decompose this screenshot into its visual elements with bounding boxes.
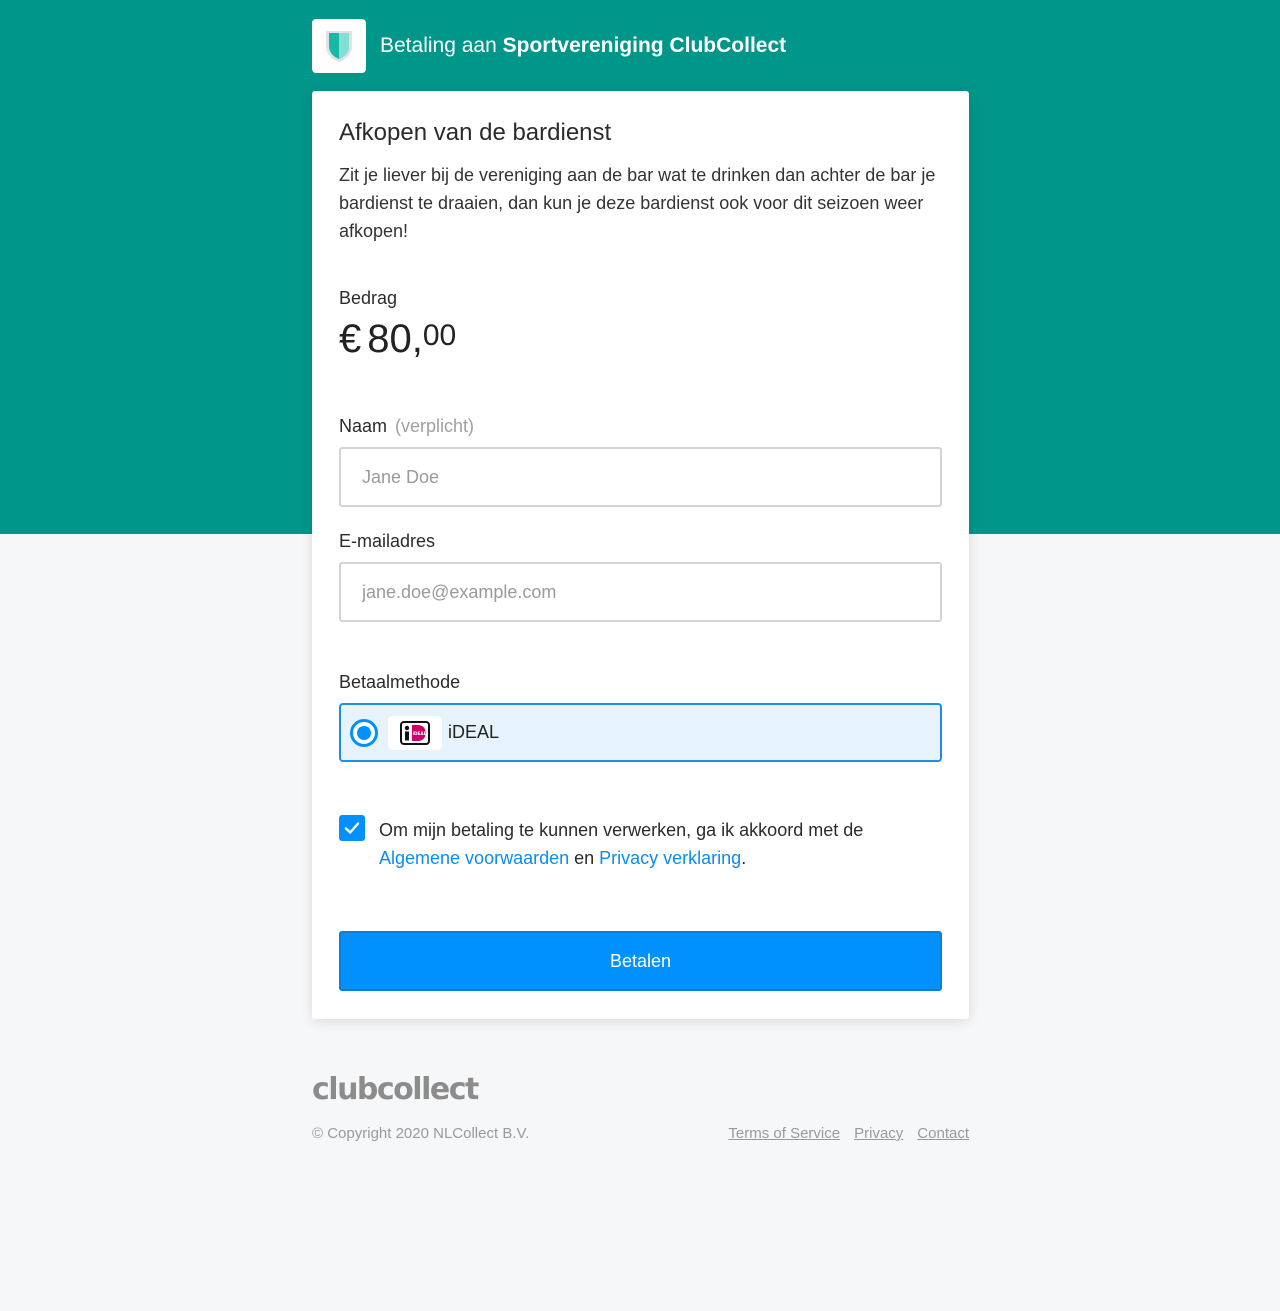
- radio-selected-dot: [357, 725, 371, 740]
- amount-label: Bedrag: [339, 288, 398, 308]
- pay-button[interactable]: Betalen: [339, 931, 942, 991]
- checkmark-icon: [344, 822, 360, 834]
- amount-whole: 80,: [367, 317, 423, 361]
- svg-text:iDEAL: iDEAL: [413, 731, 427, 736]
- club-logo: [312, 19, 366, 73]
- terms-link[interactable]: Algemene voorwaarden: [379, 848, 569, 868]
- consent-text: Om mijn betaling te kunnen verwerken, ga…: [379, 816, 939, 872]
- amount-value: € 80, 00: [339, 317, 456, 362]
- privacy-statement-link[interactable]: Privacy verklaring: [599, 848, 741, 868]
- shield-icon: [326, 31, 352, 62]
- name-label: Naam (verplicht): [339, 416, 474, 437]
- email-label: E-mailadres: [339, 531, 436, 551]
- payment-method-label: Betaalmethode: [339, 672, 461, 692]
- email-input[interactable]: [339, 562, 942, 622]
- clubcollect-logo: clubcollect: [312, 1072, 479, 1107]
- footer-links: Terms of Service Privacy Contact: [728, 1125, 969, 1142]
- name-label-text: Naam: [339, 416, 388, 436]
- required-hint: (verplicht): [395, 416, 475, 436]
- consent-text-before: Om mijn betaling te kunnen verwerken, ga…: [379, 820, 864, 840]
- consent-text-after: .: [741, 848, 747, 868]
- contact-link[interactable]: Contact: [917, 1125, 969, 1142]
- name-input[interactable]: [339, 447, 942, 507]
- currency-symbol: €: [339, 317, 362, 361]
- title-prefix: Betaling aan: [380, 34, 503, 57]
- payment-card: Afkopen van de bardienst Zit je liever b…: [312, 91, 969, 1019]
- copyright-text: © Copyright 2020 NLCollect B.V.: [312, 1125, 530, 1142]
- privacy-link[interactable]: Privacy: [854, 1125, 903, 1142]
- payment-option-label: iDEAL: [448, 722, 500, 742]
- product-title: Afkopen van de bardienst: [339, 119, 612, 146]
- page-title: Betaling aan Sportvereniging ClubCollect: [380, 34, 786, 58]
- payment-option-ideal[interactable]: iDEAL iDEAL: [339, 703, 942, 762]
- consent-text-middle: en: [569, 848, 600, 868]
- amount-cents: 00: [422, 319, 457, 352]
- consent-checkbox[interactable]: [339, 815, 365, 841]
- product-description: Zit je liever bij de vereniging aan de b…: [339, 165, 936, 241]
- radio-button[interactable]: [350, 718, 378, 747]
- ideal-icon: iDEAL: [388, 715, 442, 750]
- terms-of-service-link[interactable]: Terms of Service: [728, 1125, 840, 1142]
- page-header: Betaling aan Sportvereniging ClubCollect: [312, 19, 786, 73]
- club-name: Sportvereniging ClubCollect: [502, 34, 787, 57]
